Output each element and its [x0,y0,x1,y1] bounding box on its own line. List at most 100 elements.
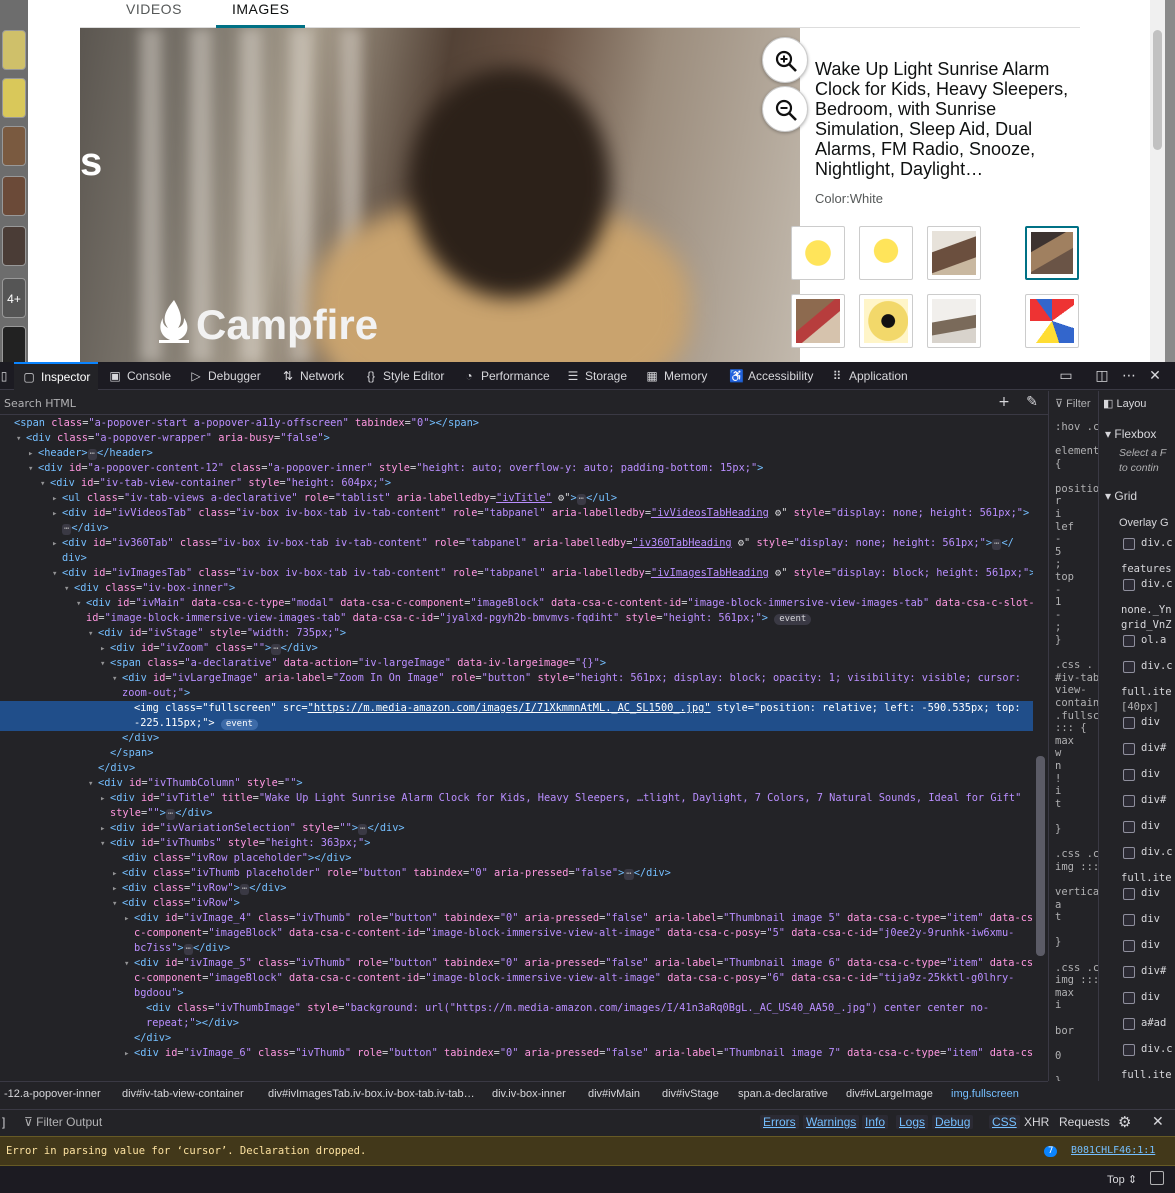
markup-node[interactable]: ▾ <div class="ivRow"> [0,896,1033,911]
expanded-twisty-icon[interactable]: ▾ [28,462,38,476]
tab-storage[interactable]: ☰ Storage [566,362,627,390]
tab-network[interactable]: ⇅ Network [281,362,344,390]
markup-node[interactable]: ▾ <div id="ivStage" style="width: 735px;"… [0,626,1033,641]
grid-overlay-checkbox[interactable] [1123,1044,1135,1056]
markup-node[interactable]: ▾ <div class="a-popover-wrapper" aria-bus… [0,431,1033,446]
markup-node[interactable]: ▾ <span class="a-declarative" data-action… [0,656,1033,671]
markup-node[interactable]: </span> [0,746,1033,761]
tab-application[interactable]: ⠿ Application [830,362,908,390]
collapsed-twisty-icon[interactable]: ▸ [52,492,62,506]
zoom-out-button[interactable] [762,86,808,132]
grid-overlay-checkbox[interactable] [1123,821,1135,833]
markup-node[interactable]: ▸ <div id="ivVideosTab" class="iv-box iv-… [0,506,1033,521]
thumbnail-1[interactable] [791,226,845,280]
markup-node[interactable]: ▸ <div id="iv360Tab" class="iv-box iv-box… [0,536,1033,551]
markup-node[interactable]: ▸ <div id="ivImage_4" class="ivThumb" rol… [0,911,1033,926]
markup-node[interactable]: c-component="imageBlock" data-csa-c-cont… [0,971,1033,986]
breadcrumb-item[interactable]: div#ivLargeImage [846,1088,933,1100]
tab-memory[interactable]: ▦ Memory [645,362,707,390]
markup-node[interactable]: div> [0,551,1033,566]
markup-node[interactable]: bgdoou"> [0,986,1033,1001]
filter-logs[interactable]: Logs [896,1115,929,1129]
tab-performance[interactable]: ◔ Performance [462,362,549,390]
expanded-twisty-icon[interactable]: ▾ [16,432,26,446]
trash-icon[interactable]: ] [2,1115,5,1129]
grid-overlay-checkbox[interactable] [1123,769,1135,781]
thumbnail-3[interactable] [927,226,981,280]
grid-overlay-checkbox[interactable] [1123,579,1135,591]
markup-node[interactable]: ▾ <div id="ivImagesTab" class="iv-box iv-… [0,566,1033,581]
console-filter-input[interactable]: ⊽ Filter Output [24,1115,102,1129]
markup-node[interactable]: ▸ <div class="ivRow"> ⋯ </div> [0,881,1033,896]
markup-node[interactable]: ▸ <div id="ivZoom" class=""> ⋯ </div> [0,641,1033,656]
filter-xhr[interactable]: XHR [1024,1115,1049,1129]
zoom-in-button[interactable] [762,37,808,83]
markup-node[interactable]: <div class="ivRow placeholder"></div> [0,851,1033,866]
collapsed-twisty-icon[interactable]: ▸ [112,882,122,896]
dock-button[interactable]: ◫ [1094,368,1110,384]
markup-token[interactable]: ⋯ [624,869,634,880]
tab-inspector[interactable]: ▢ Inspector [14,362,99,390]
large-product-image[interactable]: s Campfire [80,28,800,362]
markup-node[interactable]: ▸ <div id="ivImage_6" class="ivThumb" rol… [0,1046,1033,1061]
collapsed-twisty-icon[interactable]: ▸ [100,642,110,656]
grid-overlay-checkbox[interactable] [1123,940,1135,952]
collapsed-twisty-icon[interactable]: ▸ [52,507,62,521]
markup-node[interactable]: ▾ <div id="ivThumbColumn" style=""> [0,776,1033,791]
tab-style-editor[interactable]: {} Style Editor [364,362,444,390]
collapsed-twisty-icon[interactable]: ▸ [112,867,122,881]
hov-toggle[interactable]: :hov [1055,421,1080,433]
markup-node[interactable]: ▾ <div id="iv-tab-view-container" style="… [0,476,1033,491]
markup-token[interactable]: event [220,719,258,730]
split-console-icon[interactable] [1150,1171,1164,1185]
breadcrumb-item[interactable]: div#iv-tab-view-container [122,1088,244,1100]
filter-warnings[interactable]: Warnings [803,1115,860,1129]
grid-section[interactable]: ▾ Grid [1105,489,1137,503]
markup-node[interactable]: </div> [0,761,1033,776]
context-selector[interactable]: Top ⇕ [1107,1173,1137,1186]
markup-token[interactable]: ⋯ [183,944,194,955]
console-close-icon[interactable]: ✕ [1152,1113,1164,1130]
grid-overlay-checkbox[interactable] [1123,538,1135,550]
markup-node[interactable]: repeat;"></div> [0,1016,1033,1031]
markup-node[interactable]: ▾ <div id="ivLargeImage" aria-label="Zoom… [0,671,1033,686]
markup-node-selected[interactable]: -225.115px;"> event [0,716,1033,731]
markup-token[interactable]: ⋯ [87,449,98,460]
expanded-twisty-icon[interactable]: ▾ [40,477,50,491]
page-scrollbar[interactable] [1150,0,1165,362]
eyedropper-button[interactable]: ✎ [1024,394,1040,410]
tab-console[interactable]: ▣ Console [108,362,171,390]
message-source-link[interactable]: B081CHLF46:1:1 [1071,1145,1155,1156]
breadcrumb-item[interactable]: -12.a-popover-inner [4,1088,101,1100]
grid-overlay-checkbox[interactable] [1123,795,1135,807]
breadcrumb-item[interactable]: img.fullscreen [951,1088,1019,1100]
filter-errors[interactable]: Errors [760,1115,799,1129]
thumbnail-4[interactable] [1025,226,1079,280]
thumbnail-8[interactable] [1025,294,1079,348]
tab-accessibility[interactable]: ♿ Accessibility [729,362,813,390]
markup-node[interactable]: ▾ <div class="iv-box-inner"> [0,581,1033,596]
grid-overlay-checkbox[interactable] [1123,635,1135,647]
markup-node[interactable]: ⋯ </div> [0,521,1033,536]
collapsed-twisty-icon[interactable]: ▸ [28,447,38,461]
grid-overlay-checkbox[interactable] [1123,661,1135,673]
expanded-twisty-icon[interactable]: ▾ [100,657,110,671]
thumbnail-6[interactable] [859,294,913,348]
cls-toggle[interactable]: .cl [1087,421,1098,433]
grid-overlay-checkbox[interactable] [1123,888,1135,900]
grid-overlay-checkbox[interactable] [1123,1018,1135,1030]
filter-requests[interactable]: Requests [1059,1115,1110,1129]
markup-node[interactable]: ▾ <div id="ivImage_5" class="ivThumb" rol… [0,956,1033,971]
collapsed-twisty-icon[interactable]: ▸ [100,792,110,806]
markup-token[interactable]: ⋯ [239,884,250,895]
filter-debug[interactable]: Debug [932,1115,974,1129]
more-options-button[interactable]: ⋯ [1121,368,1137,384]
page-scrollbar-thumb[interactable] [1153,30,1162,150]
layout-tab[interactable]: ◧ Layou [1103,397,1146,410]
markup-view[interactable]: <span class="a-popover-start a-popover-a… [0,416,1033,1081]
pick-element-button[interactable]: ▯ [0,362,8,390]
thumbnail-2[interactable] [859,226,913,280]
grid-overlay-checkbox[interactable] [1123,992,1135,1004]
expanded-twisty-icon[interactable]: ▾ [76,597,86,611]
grid-overlay-checkbox[interactable] [1123,914,1135,926]
